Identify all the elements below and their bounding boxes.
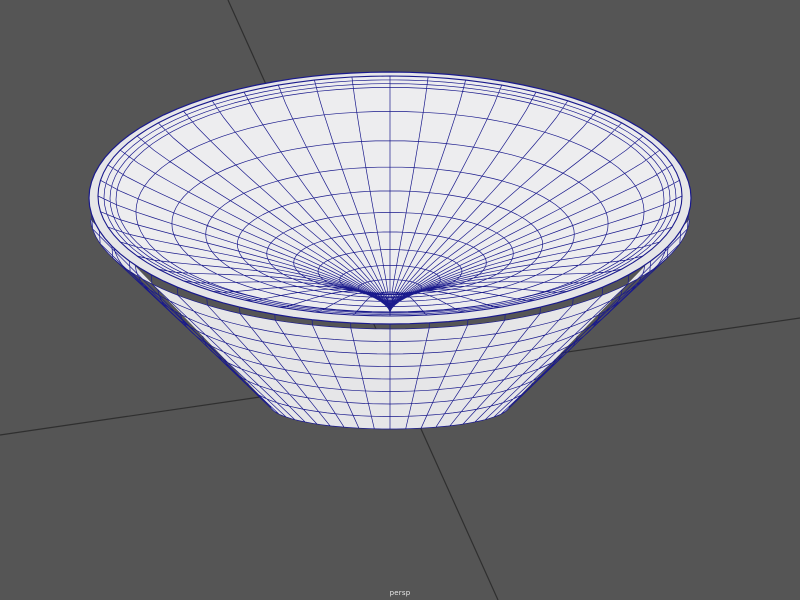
perspective-viewport[interactable]: persp <box>0 0 800 600</box>
bowl-mesh-icon[interactable] <box>88 71 692 430</box>
viewport-canvas[interactable] <box>0 0 800 600</box>
camera-name-label: persp <box>389 589 411 597</box>
